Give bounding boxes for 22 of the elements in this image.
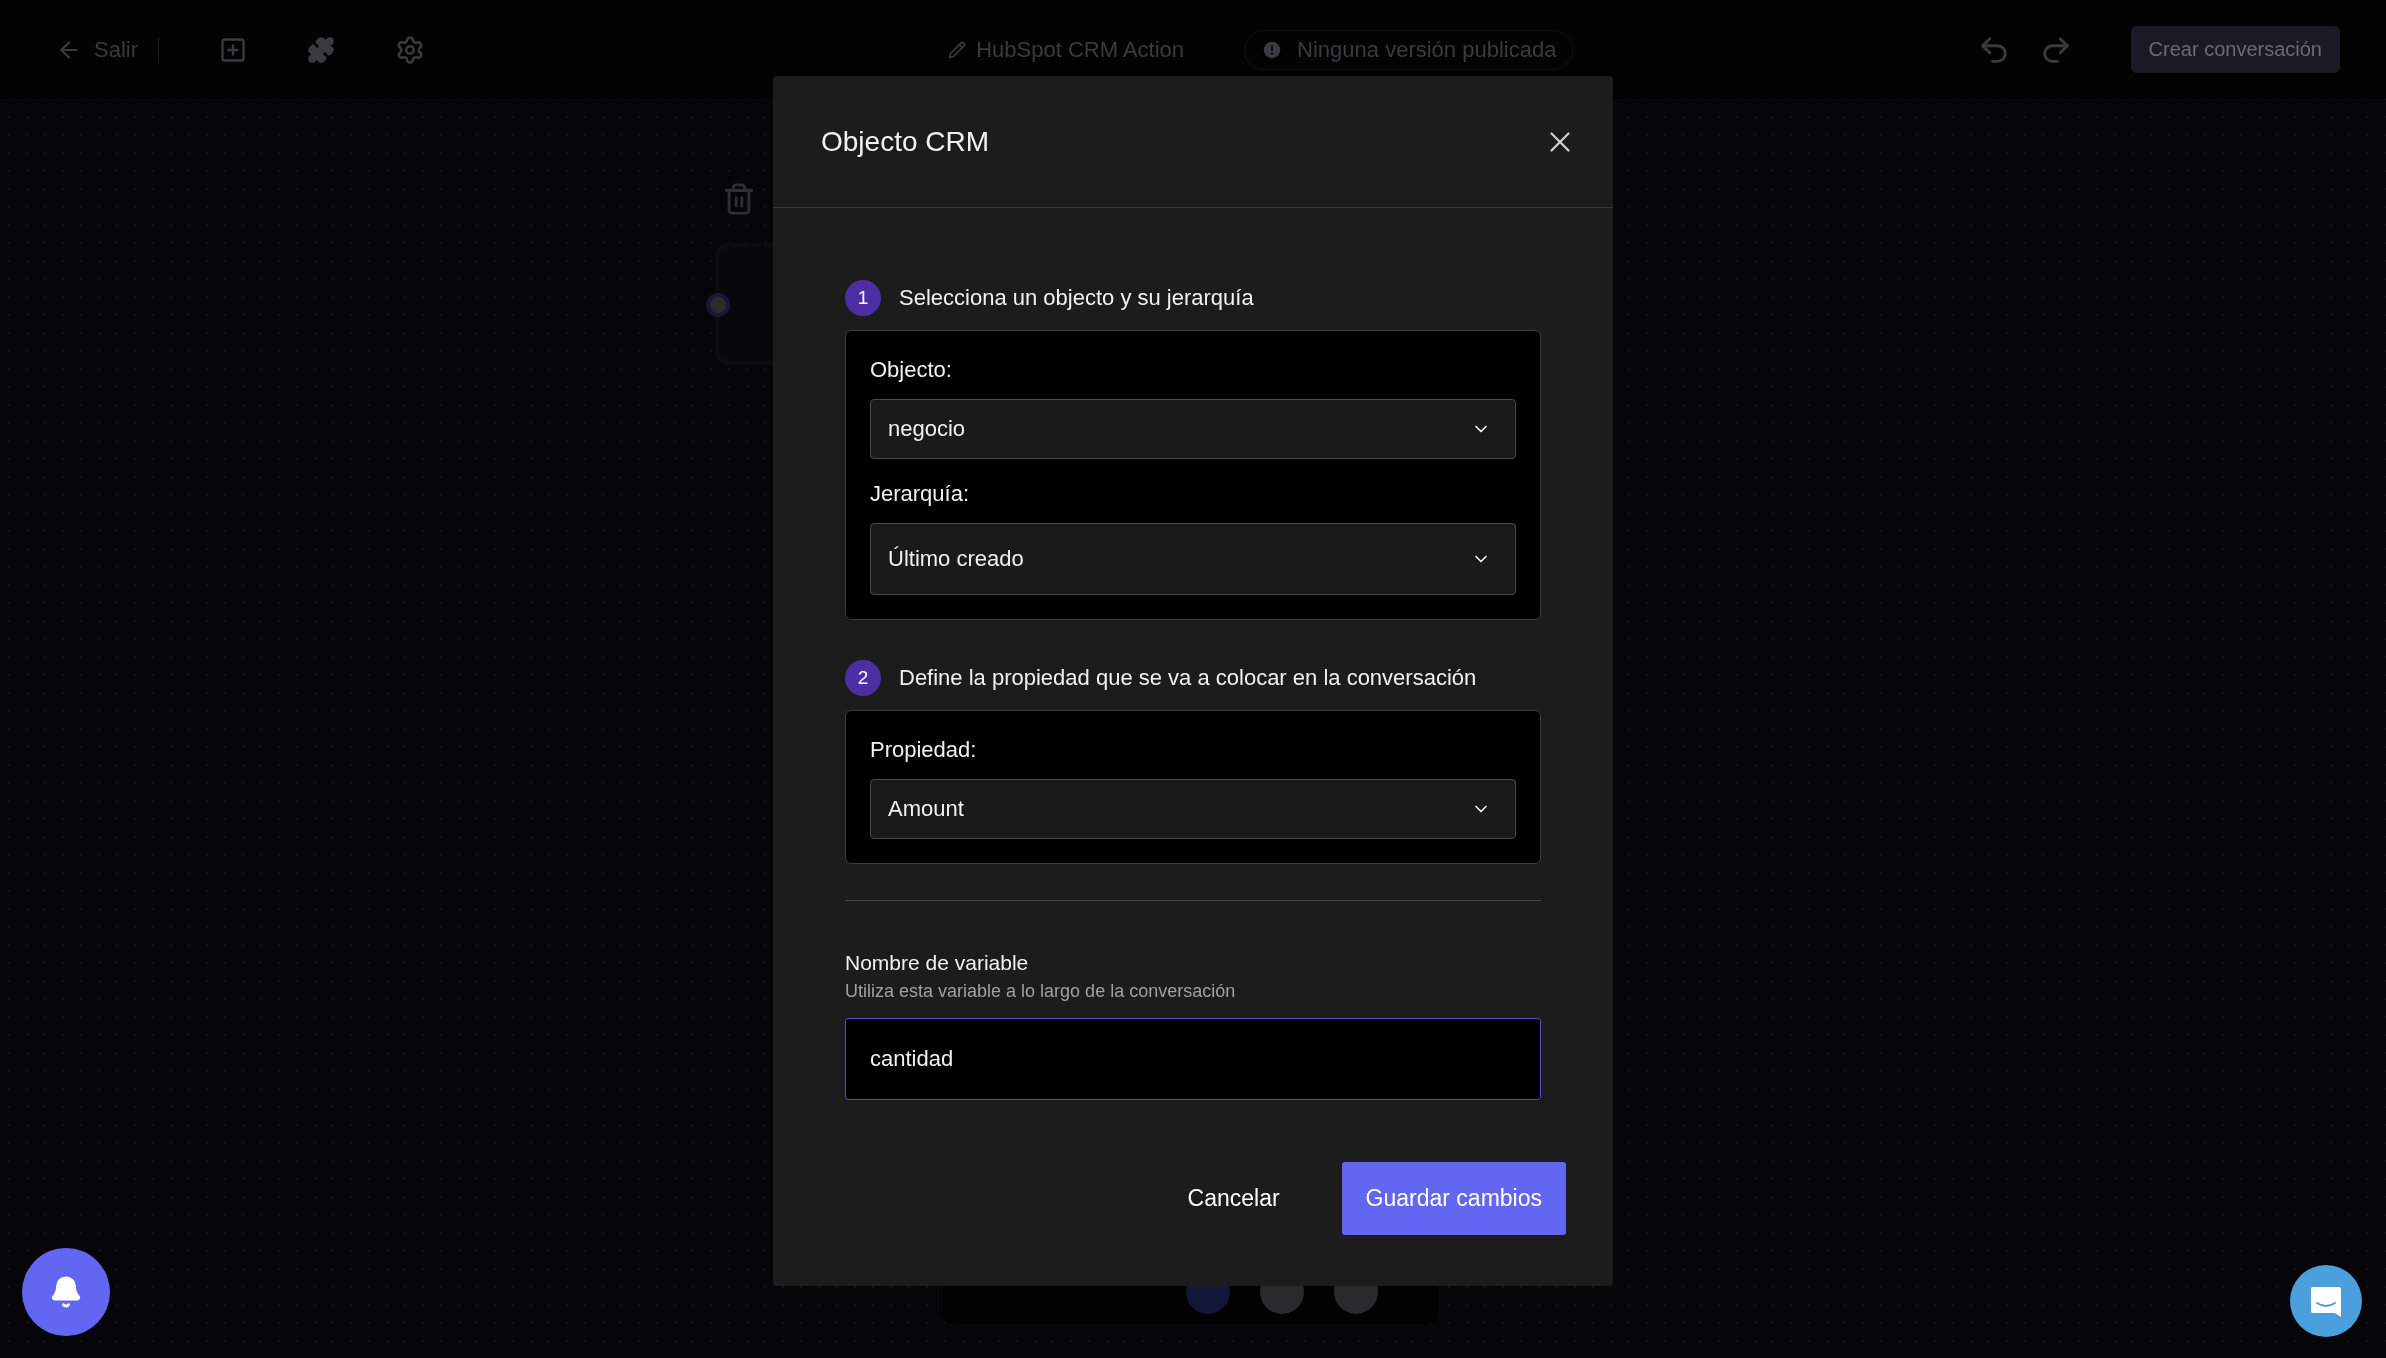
add-icon[interactable]: [219, 35, 247, 64]
field-label: Propiedad:: [870, 737, 978, 763]
cancel-button[interactable]: Cancelar: [1163, 1162, 1304, 1235]
node-port[interactable]: [706, 293, 730, 317]
field-hint: Utiliza esta variable a lo largo de la conversación: [845, 981, 1237, 1002]
save-button[interactable]: Guardar cambios: [1341, 1162, 1566, 1235]
step-number: 1: [845, 280, 881, 316]
field-label: Nombre de variable: [845, 951, 1030, 975]
select-field[interactable]: Amount: [870, 779, 1516, 839]
input-field[interactable]: cantidad: [845, 1018, 1541, 1100]
step-number: 2: [845, 660, 881, 696]
step-title: Define la propiedad que se va a colocar en la conversación: [899, 665, 1477, 691]
pencil-icon: [948, 40, 967, 59]
field-label: Objecto:: [870, 357, 953, 383]
select-field[interactable]: negocio: [870, 399, 1516, 459]
field-label: Jerarquía:: [870, 481, 971, 507]
step-title: Selecciona un objecto y su jerarquía: [899, 285, 1254, 311]
bell-icon: [49, 1275, 83, 1309]
select-field[interactable]: Último creado: [870, 523, 1516, 595]
puzzle-icon[interactable]: [307, 35, 335, 64]
settings-icon[interactable]: [395, 34, 425, 65]
dialog-title: Objecto CRM: [821, 125, 990, 158]
